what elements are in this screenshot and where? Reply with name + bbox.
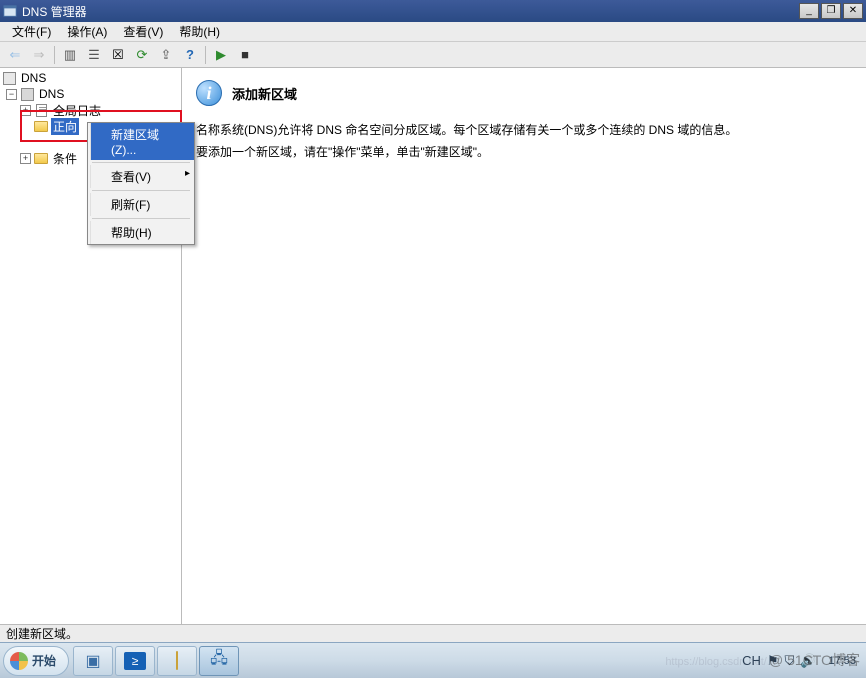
taskbar: 开始 ▣ ≥ 🖧 CH ⚑ ⛉ 🔊 17:53 [0,642,866,678]
dns-manager-icon: 🖧 [210,647,228,674]
stop-button[interactable]: ■ [234,44,256,66]
tree-root[interactable]: DNS [2,70,181,86]
content-paragraph-2: 要添加一个新区域，请在"操作"菜单，单击"新建区域"。 [196,142,852,162]
chevron-right-icon: ▸ [185,168,190,179]
start-label: 开始 [32,652,56,669]
menu-help[interactable]: 帮助(H) [171,21,228,42]
task-explorer[interactable] [157,646,197,676]
window-title: DNS 管理器 [22,3,799,20]
content-title: 添加新区域 [232,84,297,103]
context-refresh[interactable]: 刷新(F) [90,193,194,216]
up-button[interactable]: ▥ [59,44,81,66]
grid-icon: ▥ [64,47,76,63]
folder-icon [34,152,48,165]
body-split: DNS − DNS + 全局日志 正向 反向 + 条件 [0,68,866,624]
tray-flag-icon[interactable]: ⚑ [767,653,779,669]
context-view-label: 查看(V) [111,170,151,184]
delete-button[interactable]: ☒ [107,44,129,66]
language-icon[interactable]: CH [742,653,761,668]
task-powershell[interactable]: ≥ [115,646,155,676]
export-icon: ⇪ [161,47,172,63]
menu-bar: 文件(F) 操作(A) 查看(V) 帮助(H) [0,22,866,42]
menu-action[interactable]: 操作(A) [59,21,115,42]
windows-logo-icon [10,652,28,670]
help-button[interactable]: ? [179,44,201,66]
content-paragraph-1: 名称系统(DNS)允许将 DNS 命名空间分成区域。每个区域存储有关一个或多个连… [196,120,852,140]
context-refresh-label: 刷新(F) [111,198,150,212]
toolbar: ⇐ ⇒ ▥ ☰ ☒ ⟳ ⇪ ? ▶ ■ [0,42,866,68]
play-icon: ▶ [216,47,226,63]
content-pane: i 添加新区域 名称系统(DNS)允许将 DNS 命名空间分成区域。每个区域存储… [182,68,866,624]
tree-server-label: DNS [37,87,66,101]
tray-network-icon[interactable]: ⛉ [785,653,795,669]
explorer-icon [176,652,178,670]
list-icon: ☰ [88,47,100,63]
arrow-right-icon: ⇒ [34,47,45,63]
context-new-zone[interactable]: 新建区域(Z)... [90,123,194,160]
context-new-zone-label: 新建区域(Z)... [111,128,159,157]
context-view[interactable]: 查看(V) ▸ [90,165,194,188]
task-dns-manager[interactable]: 🖧 [199,646,239,676]
powershell-icon: ≥ [124,652,146,670]
menu-view[interactable]: 查看(V) [115,21,171,42]
start-button[interactable]: 开始 [3,646,69,676]
tree-forward-zone-label: 正向 [51,118,79,135]
content-body: 名称系统(DNS)允许将 DNS 命名空间分成区域。每个区域存储有关一个或多个连… [196,120,852,162]
context-help[interactable]: 帮助(H) [90,221,194,244]
log-icon [34,104,48,117]
tree-global-log[interactable]: + 全局日志 [2,102,181,118]
window-controls: _ ❐ ✕ [799,3,863,19]
expander-icon[interactable]: + [20,153,31,164]
tray-sound-icon[interactable]: 🔊 [800,653,816,669]
system-tray: CH ⚑ ⛉ 🔊 17:53 [738,653,866,669]
info-icon: i [196,80,222,106]
dns-root-icon [2,72,16,85]
task-server-manager[interactable]: ▣ [73,646,113,676]
server-icon [20,88,34,101]
menu-file[interactable]: 文件(F) [4,21,59,42]
tree-root-label: DNS [19,71,48,85]
close-button[interactable]: ✕ [843,3,863,19]
context-menu: 新建区域(Z)... 查看(V) ▸ 刷新(F) 帮助(H) [87,122,195,245]
export-button[interactable]: ⇪ [155,44,177,66]
arrow-left-icon: ⇐ [10,47,21,63]
tree-conditional-label: 条件 [51,150,79,167]
expander-icon[interactable]: − [6,89,17,100]
filter-button[interactable]: ▶ [210,44,232,66]
stop-icon: ■ [241,47,249,62]
context-separator [92,218,190,219]
tree-pane[interactable]: DNS − DNS + 全局日志 正向 反向 + 条件 [0,68,182,624]
server-manager-icon: ▣ [85,651,100,671]
tree-server[interactable]: − DNS [2,86,181,102]
context-separator [92,190,190,191]
back-button[interactable]: ⇐ [4,44,26,66]
folder-icon [34,120,48,133]
status-bar: 创建新区域。 [0,624,866,642]
clock[interactable]: 17:53 [822,655,862,667]
toolbar-separator [54,46,55,64]
status-text: 创建新区域。 [6,625,78,642]
title-bar: DNS 管理器 _ ❐ ✕ [0,0,866,22]
refresh-icon: ⟳ [137,47,148,63]
delete-icon: ☒ [112,47,124,63]
minimize-button[interactable]: _ [799,3,819,19]
forward-button[interactable]: ⇒ [28,44,50,66]
content-header: i 添加新区域 [196,80,852,106]
tree-global-log-label: 全局日志 [51,102,103,119]
context-separator [92,162,190,163]
properties-button[interactable]: ☰ [83,44,105,66]
app-icon [3,4,17,18]
maximize-button[interactable]: ❐ [821,3,841,19]
refresh-button[interactable]: ⟳ [131,44,153,66]
toolbar-separator-2 [205,46,206,64]
help-icon: ? [186,47,194,62]
expander-icon[interactable]: + [20,105,31,116]
context-help-label: 帮助(H) [111,226,152,240]
